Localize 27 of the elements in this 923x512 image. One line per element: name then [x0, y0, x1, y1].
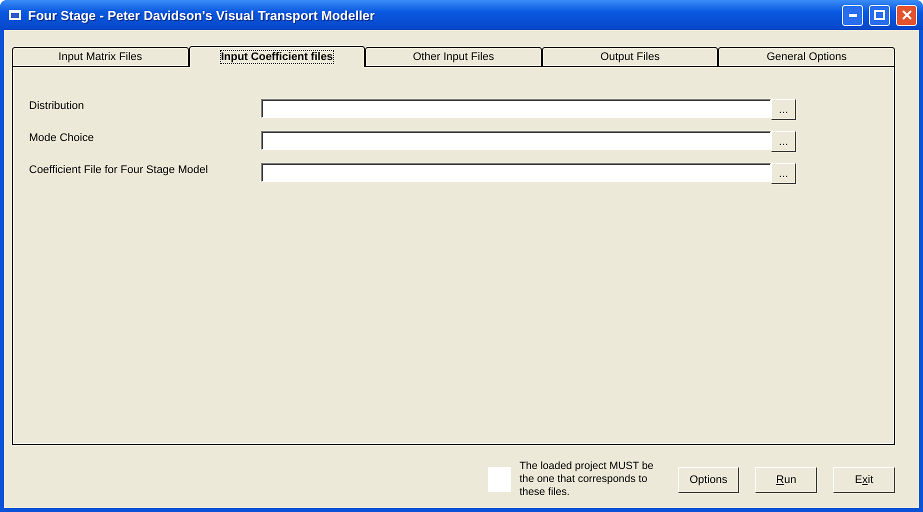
field-label: Distribution — [29, 99, 86, 112]
close-button[interactable] — [896, 4, 917, 26]
minimize-button[interactable] — [842, 4, 863, 26]
tab[interactable]: General Options — [718, 47, 895, 67]
browse-button[interactable]: ... — [771, 131, 796, 152]
browse-button[interactable]: ... — [771, 99, 796, 120]
browse-button[interactable]: ... — [771, 163, 796, 184]
maximize-button[interactable] — [869, 4, 890, 26]
tab[interactable]: Input Coefficient files — [188, 46, 366, 67]
input-field[interactable] — [261, 163, 771, 182]
input-field[interactable] — [261, 99, 771, 118]
action-button[interactable]: Options — [678, 466, 740, 492]
input-field[interactable] — [261, 131, 771, 150]
window-title: Four Stage - Peter Davidson's Visual Transport Modeller — [28, 8, 376, 22]
field-label: Coefficient File for Four Stage Model — [29, 163, 209, 176]
tab[interactable]: Input Matrix Files — [12, 47, 189, 67]
minimize-icon — [848, 14, 856, 16]
blank-panel — [488, 467, 512, 492]
tab[interactable]: Output Files — [542, 47, 718, 67]
close-icon — [902, 10, 912, 20]
note-text: The loaded project MUST be the one that corresponds to these files. — [519, 460, 654, 499]
maximize-icon — [874, 10, 885, 20]
action-button[interactable]: Exit — [833, 466, 895, 492]
tab[interactable]: Other Input Files — [365, 47, 542, 67]
action-button[interactable]: Run — [755, 466, 818, 492]
field-label: Mode Choice — [29, 131, 95, 144]
app-icon — [8, 9, 22, 21]
